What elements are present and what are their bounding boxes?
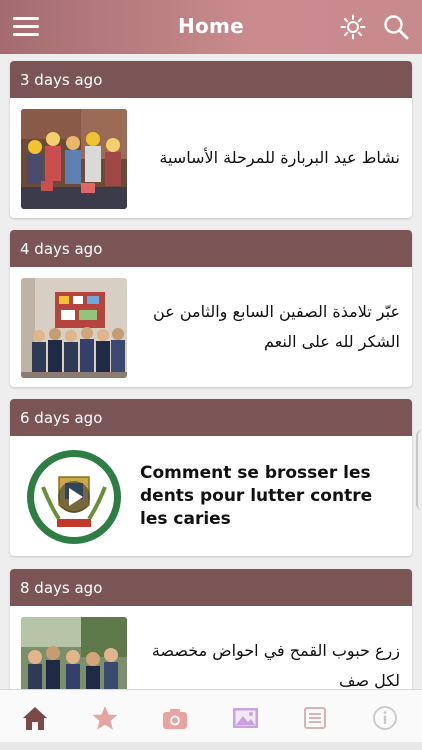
search-icon[interactable] (383, 14, 409, 40)
post-date: 8 days ago (10, 569, 412, 606)
gallery-icon[interactable] (228, 703, 262, 733)
post-title: Comment se brosser les dents pour lutter… (140, 462, 373, 529)
post-date: 3 days ago (10, 61, 412, 98)
info-icon[interactable] (368, 703, 402, 733)
post-title: عبّر تلامذة الصفين السابع والثامن عن الش… (153, 302, 400, 351)
home-indicator (0, 742, 422, 750)
post-thumbnail[interactable] (21, 109, 127, 209)
post-thumbnail[interactable] (21, 278, 127, 378)
news-card[interactable]: 4 days ago عبّر تلامذة الصفين السابع وال… (10, 230, 412, 387)
post-date: 6 days ago (10, 399, 412, 436)
scroll-indicator (416, 430, 422, 510)
post-body[interactable]: زرع حبوب القمح في احواض مخصصة لكل صف (10, 606, 412, 689)
camera-icon[interactable] (158, 703, 192, 733)
brightness-icon[interactable] (340, 14, 366, 40)
star-icon[interactable] (88, 703, 122, 733)
post-title: زرع حبوب القمح في احواض مخصصة لكل صف (151, 641, 400, 689)
news-feed[interactable]: 3 days ago نشاط عيد البربارة للمرحلة الأ… (0, 54, 422, 689)
news-card[interactable]: 6 days ago Comment se brosser les dents … (10, 399, 412, 556)
list-icon[interactable] (298, 703, 332, 733)
news-card[interactable]: 3 days ago نشاط عيد البربارة للمرحلة الأ… (10, 61, 412, 218)
post-date: 4 days ago (10, 230, 412, 267)
post-thumbnail[interactable] (21, 617, 127, 689)
bottom-tab-bar (0, 689, 422, 750)
news-card[interactable]: 8 days ago زرع حبوب القمح في احواض مخصصة… (10, 569, 412, 689)
post-title: نشاط عيد البربارة للمرحلة الأساسية (159, 148, 400, 167)
video-thumbnail[interactable] (21, 447, 127, 547)
post-body[interactable]: نشاط عيد البربارة للمرحلة الأساسية (10, 98, 412, 218)
post-body[interactable]: عبّر تلامذة الصفين السابع والثامن عن الش… (10, 267, 412, 387)
app-header: Home (0, 0, 422, 54)
home-icon[interactable] (18, 703, 52, 733)
post-body[interactable]: Comment se brosser les dents pour lutter… (10, 436, 412, 556)
